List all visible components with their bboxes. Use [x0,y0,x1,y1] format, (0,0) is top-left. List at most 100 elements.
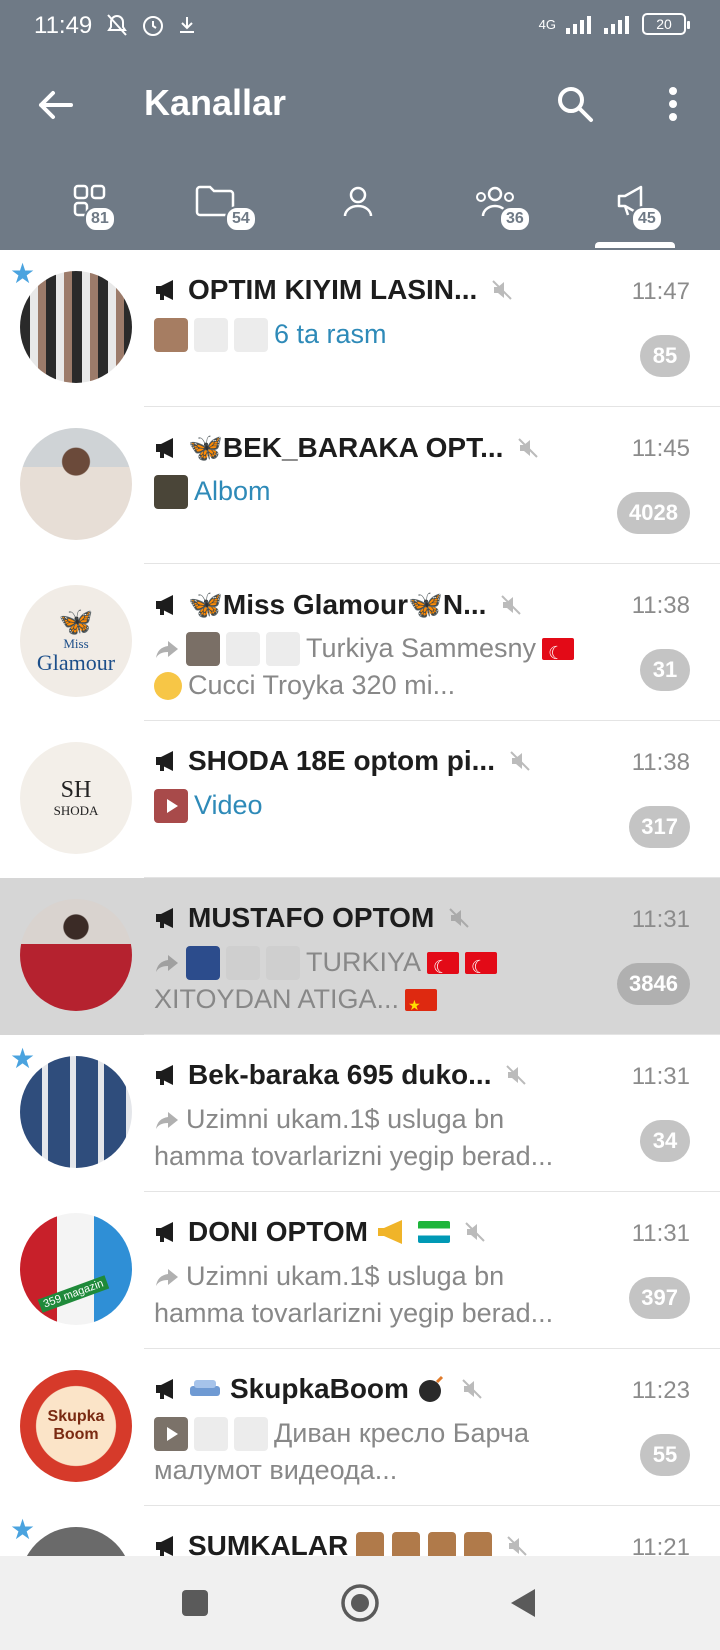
chat-row[interactable]: ★ Bek-baraka 695 duko... 11:31 Uzimni uk… [0,1035,720,1192]
avatar-text: Glamour [36,650,116,675]
unread-count: 397 [629,1277,690,1319]
app-header: 11:49 4G 20 Kanallar 81 54 36 45 [0,0,720,250]
tab-badge: 81 [84,206,116,232]
handbag-emoji-icon [392,1532,421,1556]
recent-apps-button[interactable] [172,1580,218,1626]
user-icon [343,186,373,217]
chat-preview: TURKIYA XITOYDAN ATIGA... [154,944,614,1018]
chat-title-line: SkupkaBoom [154,1373,483,1405]
chat-name: SUMKALAR [188,1530,349,1556]
unread-count: 34 [640,1120,690,1162]
tab-folder[interactable]: 54 [155,168,275,250]
muted-icon [507,1536,527,1556]
chat-name: DONI OPTOM [188,1216,368,1247]
avatar: Skupka Boom [20,1370,132,1482]
china-flag-icon [405,987,438,1018]
muted-icon [449,908,470,928]
chat-preview: Albom [154,473,614,510]
unread-count: 3846 [617,963,690,1005]
chat-row[interactable]: 🦋 Miss Glamour 🦋Miss Glamour🦋N... 11:38 … [0,564,720,721]
chat-time: 11:31 [631,1063,690,1090]
chat-row[interactable]: ★ SUMKALAR 11:21 [0,1506,720,1556]
media-thumbnail [194,1416,228,1451]
chat-name: SHODA 18E optom pi... [188,745,495,776]
filter-tabs: 81 54 36 45 [0,168,720,250]
circle-home-icon [341,1584,379,1622]
toolbar: Kanallar [0,54,720,158]
turkey-flag-icon [465,949,498,981]
chat-row[interactable]: SH SHODA SHODA 18E optom pi... 11:38 Vid… [0,721,720,878]
signal-icon [566,16,591,34]
page-title: Kanallar [144,82,287,123]
muted-icon [465,1222,485,1242]
chat-preview: 6 ta rasm [154,316,614,353]
megaphone-icon [156,594,173,615]
preview-text: TURKIYA [306,947,422,977]
battery-level: 20 [656,16,672,32]
forward-icon [156,954,178,972]
star-icon: ★ [10,1514,36,1545]
chat-title-line: Bek-baraka 695 duko... [154,1059,527,1091]
tab-private[interactable] [298,168,418,250]
chat-name: 🦋BEK_BARAKA OPT... [188,432,504,463]
tab-groups[interactable]: 36 [435,168,555,250]
unread-count: 4028 [617,492,690,534]
back-button[interactable] [30,80,80,130]
alarm-icon [143,16,163,36]
tab-badge: 36 [499,206,531,232]
system-back-button[interactable] [500,1580,546,1626]
media-thumbnail [234,1416,268,1451]
muted-icon [518,437,539,458]
chat-preview: Turkiya Sammesny Cucci Troyka 320 mi... [154,630,614,704]
chat-row[interactable]: ★ OPTIM KIYIM LASIN... 11:47 6 ta rasm 8… [0,250,720,407]
search-button[interactable] [550,79,600,129]
square-icon [182,1590,208,1616]
chat-row[interactable]: 359 magazin DONI OPTOM 11:31 Uzimni ukam… [0,1192,720,1349]
status-right: 4G 20 [539,13,690,35]
chat-name: Bek-baraka 695 duko... [188,1059,492,1090]
media-thumbnail [154,474,188,509]
star-icon: ★ [10,258,36,289]
avatar [20,428,132,540]
video-thumbnail-icon [154,1416,188,1451]
tab-channels[interactable]: 45 [575,168,695,250]
forward-icon [156,640,178,658]
home-button[interactable] [337,1580,383,1626]
chat-title-line: 🦋BEK_BARAKA OPT... [154,431,539,464]
preview-text-2: XITOYDAN ATIGA... [154,984,400,1014]
more-options-button[interactable] [648,79,698,129]
tab-badge: 45 [631,206,663,232]
avatar [20,1527,132,1556]
chat-time: 11:31 [631,906,690,933]
chat-time: 11:47 [631,278,690,305]
active-tab-indicator [595,242,675,248]
chat-title-line: SUMKALAR [154,1530,528,1556]
chat-title-line: DONI OPTOM [154,1216,486,1248]
handbag-emoji-icon [356,1532,385,1556]
chat-row[interactable]: 🦋BEK_BARAKA OPT... 11:45 Albom 4028 [0,407,720,564]
avatar-text: SH [60,777,92,803]
chat-row[interactable]: Skupka Boom SkupkaBoom 11:23 Диван кресл… [0,1349,720,1506]
muted-icon [510,751,530,771]
download-icon [180,17,194,33]
avatar-text: Skupka [47,1408,105,1425]
triangle-back-icon [511,1589,535,1617]
chat-list[interactable]: ★ OPTIM KIYIM LASIN... 11:47 6 ta rasm 8… [0,250,720,1556]
preview-text: Video [194,790,263,820]
media-thumbnail [266,945,300,980]
unread-count: 55 [640,1434,690,1476]
forward-icon [156,1268,178,1286]
preview-text: Turkiya Sammesny [306,633,537,663]
unread-count: 85 [640,335,690,377]
media-thumbnail [266,631,300,666]
video-icon [154,788,188,823]
chat-preview: Диван кресло Барча малумот видеода... [154,1415,614,1489]
media-thumbnail [186,631,220,666]
media-thumbnail [226,631,260,666]
star-struck-emoji-icon [154,671,182,700]
tab-all-chats[interactable]: 81 [30,168,150,250]
search-icon [558,87,593,122]
chat-row[interactable]: MUSTAFO OPTOM 11:31 TURKIYA XITOYDAN ATI… [0,878,720,1035]
avatar [20,271,132,383]
preview-text: Albom [194,476,271,506]
